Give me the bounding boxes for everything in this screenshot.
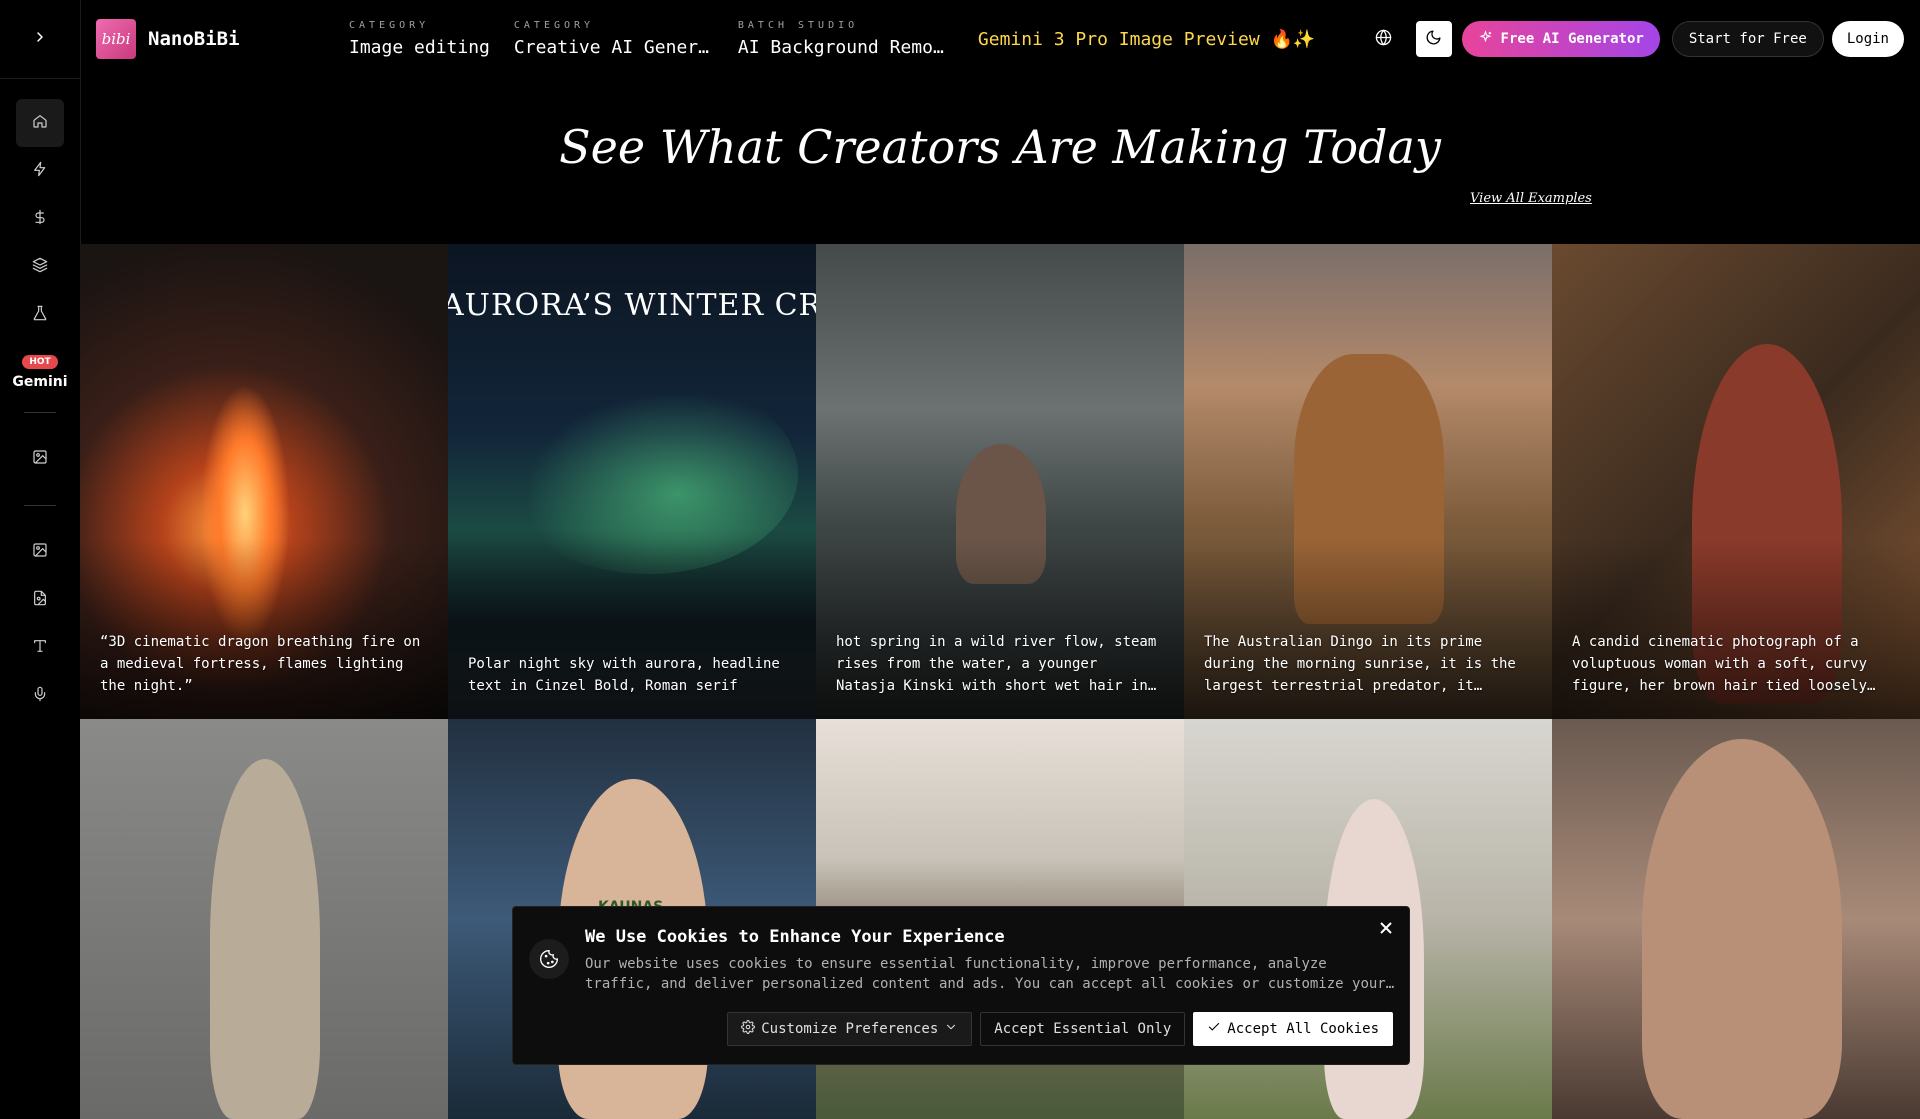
close-icon [1380, 919, 1392, 938]
nav-category-label: CATEGORY [349, 20, 430, 31]
dollar-icon [32, 209, 48, 229]
sidebar-item-gemini[interactable]: HOT Gemini [0, 355, 80, 390]
accept-essential-button[interactable]: Accept Essential Only [980, 1012, 1186, 1046]
sidebar-item-lab[interactable] [16, 291, 64, 339]
cookie-close-button[interactable] [1375, 917, 1397, 939]
nav-category-value: AI Background Remover [737, 37, 948, 58]
sparkle-icon [1478, 29, 1501, 49]
nav-batch-studio[interactable]: BATCH STUDIO AI Background Remover [738, 20, 948, 58]
sidebar-item-image-editor[interactable] [16, 528, 64, 576]
gemini-label: Gemini [12, 374, 68, 390]
gallery-item-woman-fireplace[interactable]: A candid cinematic photograph of a volup… [1552, 244, 1920, 719]
sidebar-item-image[interactable] [16, 435, 64, 483]
nav-category-label: CATEGORY [513, 20, 595, 31]
customize-preferences-button[interactable]: Customize Preferences [727, 1012, 973, 1046]
gallery-caption: “3D cinematic dragon breathing fire on a… [100, 634, 421, 694]
cookie-text: Our website uses cookies to ensure essen… [585, 956, 1386, 992]
sidebar-divider [24, 412, 56, 413]
image-overlay-text: AURORA’S WINTER CROWN [448, 288, 816, 323]
sidebar-item-layers[interactable] [16, 243, 64, 291]
file-image-icon [32, 590, 48, 610]
view-all-examples-link[interactable]: View All Examples [1470, 191, 1592, 206]
gallery-caption: hot spring in a wild river flow, steam r… [836, 634, 1157, 694]
flask-icon [32, 305, 48, 325]
start-for-free-button[interactable]: Start for Free [1671, 21, 1824, 57]
moon-icon [1425, 29, 1442, 50]
gallery-caption: Polar night sky with aurora, headline te… [468, 656, 780, 694]
cookie-banner: We Use Cookies to Enhance Your Experienc… [512, 906, 1410, 1065]
text-icon [32, 638, 48, 658]
home-icon [32, 113, 48, 133]
chevron-right-icon [32, 29, 48, 49]
mic-icon [32, 686, 48, 706]
gallery-caption: A candid cinematic photograph of a volup… [1572, 634, 1868, 694]
gallery-item-hoodie[interactable] [80, 719, 448, 1119]
gallery-item-dragon[interactable]: “3D cinematic dragon breathing fire on a… [80, 244, 448, 719]
nav-creative-ai[interactable]: CATEGORY Creative AI Generation [514, 20, 714, 58]
nav-image-editing[interactable]: CATEGORY Image editing [349, 20, 490, 58]
image-icon [32, 449, 48, 469]
cookie-title: We Use Cookies to Enhance Your Experienc… [585, 927, 1005, 947]
sidebar-item-pricing[interactable] [16, 195, 64, 243]
gear-icon [741, 1020, 756, 1038]
gallery-item-hot-spring[interactable]: hot spring in a wild river flow, steam r… [816, 244, 1184, 719]
page-title: See What Creators Are Making Today [559, 120, 1441, 174]
top-header: bibi NanoBiBi CATEGORY Image editing CAT… [80, 0, 1920, 78]
sidebar-toggle[interactable] [0, 0, 80, 79]
sidebar-item-text[interactable] [16, 624, 64, 672]
hot-badge: HOT [22, 355, 58, 369]
gallery-caption: The Australian Dingo in its prime during… [1204, 634, 1516, 694]
sidebar: HOT Gemini [0, 0, 81, 1080]
sidebar-item-home[interactable] [16, 99, 64, 147]
free-ai-generator-label: Free AI Generator [1500, 31, 1644, 47]
zap-icon [32, 161, 48, 181]
cookie-icon [529, 939, 569, 979]
globe-icon [1375, 29, 1392, 50]
image-icon [32, 542, 48, 562]
check-icon [1207, 1020, 1227, 1038]
free-ai-generator-button[interactable]: Free AI Generator [1461, 21, 1660, 57]
brand[interactable]: bibi NanoBiBi [96, 19, 296, 59]
sidebar-item-generate[interactable] [16, 147, 64, 195]
sidebar-divider [24, 505, 56, 506]
sidebar-item-audio[interactable] [16, 672, 64, 720]
language-button[interactable] [1366, 21, 1402, 57]
brand-logo: bibi [96, 19, 136, 59]
gallery-item-towel[interactable] [1552, 719, 1920, 1119]
brand-name: NanoBiBi [148, 28, 240, 50]
accept-all-label: Accept All Cookies [1227, 1021, 1379, 1037]
chevron-down-icon [944, 1020, 958, 1038]
gallery-item-dingo[interactable]: The Australian Dingo in its prime during… [1184, 244, 1552, 719]
theme-toggle[interactable] [1415, 21, 1452, 57]
customize-preferences-label: Customize Preferences [761, 1021, 939, 1037]
login-button[interactable]: Login [1831, 21, 1904, 57]
sidebar-item-file-image[interactable] [16, 576, 64, 624]
nav-category-value: Creative AI Generation [513, 37, 714, 58]
gallery-item-aurora[interactable]: AURORA’S WINTER CROWN Polar night sky wi… [448, 244, 816, 719]
nav-category-value: Image editing [349, 37, 490, 58]
gemini-preview-link[interactable]: Gemini 3 Pro Image Preview 🔥✨ [978, 29, 1315, 50]
accept-all-cookies-button[interactable]: Accept All Cookies [1193, 1012, 1393, 1046]
nav-category-label: BATCH STUDIO [737, 20, 859, 31]
layers-icon [32, 257, 48, 277]
